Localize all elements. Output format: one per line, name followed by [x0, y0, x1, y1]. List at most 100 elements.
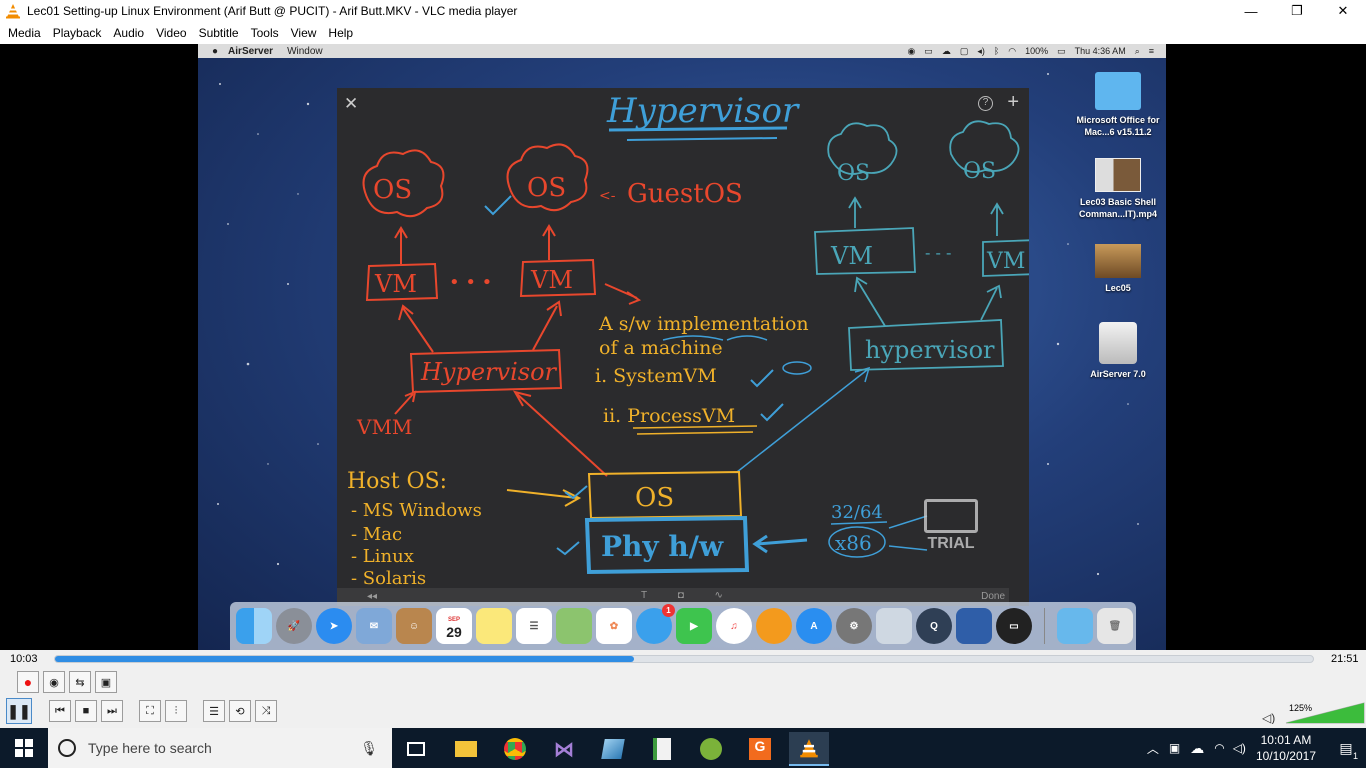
reminders-icon[interactable]: ☰: [516, 608, 552, 644]
rewind-icon[interactable]: ◂◂: [367, 591, 377, 602]
airserver-icon[interactable]: ▭: [996, 608, 1032, 644]
record-icon[interactable]: ◉: [907, 46, 915, 57]
maps-icon[interactable]: [556, 608, 592, 644]
pause-button[interactable]: ❚❚: [6, 698, 32, 724]
video-area[interactable]: ● AirServer Window ◉ ▭ ☁ ▢ ◂) ᛒ ◠ 100% ▭…: [0, 44, 1366, 650]
volume-control[interactable]: ◁): [1262, 702, 1366, 729]
board-close-icon[interactable]: ✕: [344, 94, 358, 114]
add-icon[interactable]: +: [1007, 91, 1019, 114]
taskbar-search-box[interactable]: Type here to search 🎙: [48, 728, 392, 768]
task-view-icon[interactable]: [396, 732, 436, 766]
bluetooth-icon[interactable]: ᛒ: [994, 46, 999, 56]
safari-icon[interactable]: ➤: [316, 608, 352, 644]
volume-icon[interactable]: ◂): [977, 46, 985, 57]
mac-menu-airserver[interactable]: AirServer: [228, 46, 273, 57]
playlist-button[interactable]: ☰: [203, 700, 225, 722]
stop-button[interactable]: ■: [75, 700, 97, 722]
action-center-icon[interactable]: ▤ 1: [1326, 728, 1366, 768]
left-vm-label: VM: [374, 270, 417, 298]
system-preferences-icon[interactable]: ⚙: [836, 608, 872, 644]
restore-button[interactable]: ❐: [1274, 0, 1320, 22]
loop-ab-button[interactable]: ⇆: [69, 671, 91, 693]
next-button[interactable]: ⏭: [101, 700, 123, 722]
trash-icon[interactable]: 🗑: [1097, 608, 1133, 644]
pdf-app-icon[interactable]: G: [740, 732, 780, 766]
fullscreen-button[interactable]: ⛶: [139, 700, 161, 722]
file-explorer-icon[interactable]: [446, 732, 486, 766]
taskbar-clock[interactable]: 10:01 AM 10/10/2017: [1256, 732, 1316, 764]
photos-icon[interactable]: ✿: [596, 608, 632, 644]
mac-menu-window[interactable]: Window: [287, 46, 323, 57]
network-status-icon[interactable]: ▣: [1169, 741, 1180, 755]
menu-subtitle[interactable]: Subtitle: [193, 26, 245, 40]
app-store-icon[interactable]: A: [796, 608, 832, 644]
menu-help[interactable]: Help: [322, 26, 359, 40]
previous-button[interactable]: ⏮: [49, 700, 71, 722]
desktop-icon-office[interactable]: Microsoft Office for Mac...6 v15.11.2: [1068, 72, 1166, 138]
facetime-icon[interactable]: ▶: [676, 608, 712, 644]
finder-icon[interactable]: [236, 608, 272, 644]
battery-icon[interactable]: ▭: [1057, 46, 1066, 57]
microphone-icon[interactable]: 🎙: [360, 740, 378, 757]
elapsed-time[interactable]: 10:03: [10, 653, 38, 665]
loop-button[interactable]: ⟲: [229, 700, 251, 722]
airplay-icon[interactable]: ▭: [924, 46, 933, 57]
apple-icon[interactable]: ●: [212, 46, 218, 57]
volume-slider[interactable]: ◁): [1262, 702, 1366, 725]
display-icon[interactable]: ▢: [960, 46, 969, 57]
speaker-tray-icon[interactable]: ◁): [1233, 741, 1246, 755]
onedrive-icon[interactable]: ☁: [1190, 740, 1204, 757]
menu-playback[interactable]: Playback: [47, 26, 108, 40]
menu-view[interactable]: View: [285, 26, 323, 40]
wifi-tray-icon[interactable]: ◠: [1214, 741, 1224, 755]
minimize-button[interactable]: —: [1228, 0, 1274, 22]
visual-studio-icon[interactable]: ⋈: [544, 732, 584, 766]
virtualbox-taskbar-icon[interactable]: [593, 732, 633, 766]
frame-by-frame-button[interactable]: ▣: [95, 671, 117, 693]
show-hidden-icons-icon[interactable]: ︿: [1147, 740, 1159, 757]
desktop-icon-lec03[interactable]: Lec03 Basic Shell Comman...IT).mp4: [1068, 158, 1166, 220]
board-tools[interactable]: T ◘ ∿: [641, 590, 737, 601]
shuffle-button[interactable]: ⤨: [255, 700, 277, 722]
menu-audio[interactable]: Audio: [107, 26, 150, 40]
cloud-icon[interactable]: ☁: [942, 46, 951, 57]
contacts-icon[interactable]: ☺: [396, 608, 432, 644]
seek-bar[interactable]: [54, 655, 1314, 663]
menu-tools[interactable]: Tools: [245, 26, 285, 40]
downloads-folder-icon[interactable]: [1057, 608, 1093, 644]
virtualbox-icon[interactable]: [956, 608, 992, 644]
desktop-icon-lec05[interactable]: Lec05: [1068, 244, 1166, 294]
launchpad-icon[interactable]: 🚀: [276, 608, 312, 644]
messages-icon[interactable]: 1: [636, 604, 675, 644]
wifi-icon[interactable]: ◠: [1008, 46, 1016, 57]
seek-bar-progress: [55, 656, 634, 662]
android-studio-icon[interactable]: [691, 732, 731, 766]
disk-image-icon: [1099, 322, 1137, 364]
mac-clock[interactable]: Thu 4:36 AM: [1075, 46, 1126, 56]
desktop-icon-airserver[interactable]: AirServer 7.0: [1068, 322, 1166, 380]
notification-center-icon[interactable]: ≡: [1149, 46, 1154, 56]
vlc-logo-icon: [6, 4, 20, 19]
close-button[interactable]: ✕: [1320, 0, 1366, 22]
itunes-icon[interactable]: ♫: [716, 608, 752, 644]
notes-icon[interactable]: [476, 608, 512, 644]
whiteboard-canvas[interactable]: Hypervisor OS OS <- GuestOS VM • • • VM …: [337, 88, 1029, 606]
start-button[interactable]: [0, 728, 48, 768]
mail-icon[interactable]: ✉: [356, 608, 392, 644]
extended-settings-button[interactable]: ⫶: [165, 700, 187, 722]
quicktime-icon[interactable]: Q: [916, 608, 952, 644]
vlc-taskbar-icon[interactable]: [789, 732, 829, 766]
chrome-icon[interactable]: [495, 732, 535, 766]
snapshot-button[interactable]: ◉: [43, 671, 65, 693]
preview-icon[interactable]: [876, 608, 912, 644]
done-button[interactable]: Done: [981, 591, 1005, 602]
menu-video[interactable]: Video: [150, 26, 192, 40]
ibooks-icon[interactable]: [756, 608, 792, 644]
help-icon[interactable]: ?: [978, 96, 993, 111]
menu-media[interactable]: Media: [2, 26, 47, 40]
spreadsheet-app-icon[interactable]: [642, 732, 682, 766]
calendar-icon[interactable]: SEP 29: [436, 608, 472, 644]
record-button[interactable]: ●: [17, 671, 39, 693]
spotlight-icon[interactable]: ⌕: [1135, 46, 1140, 57]
total-time[interactable]: 21:51: [1331, 653, 1359, 665]
